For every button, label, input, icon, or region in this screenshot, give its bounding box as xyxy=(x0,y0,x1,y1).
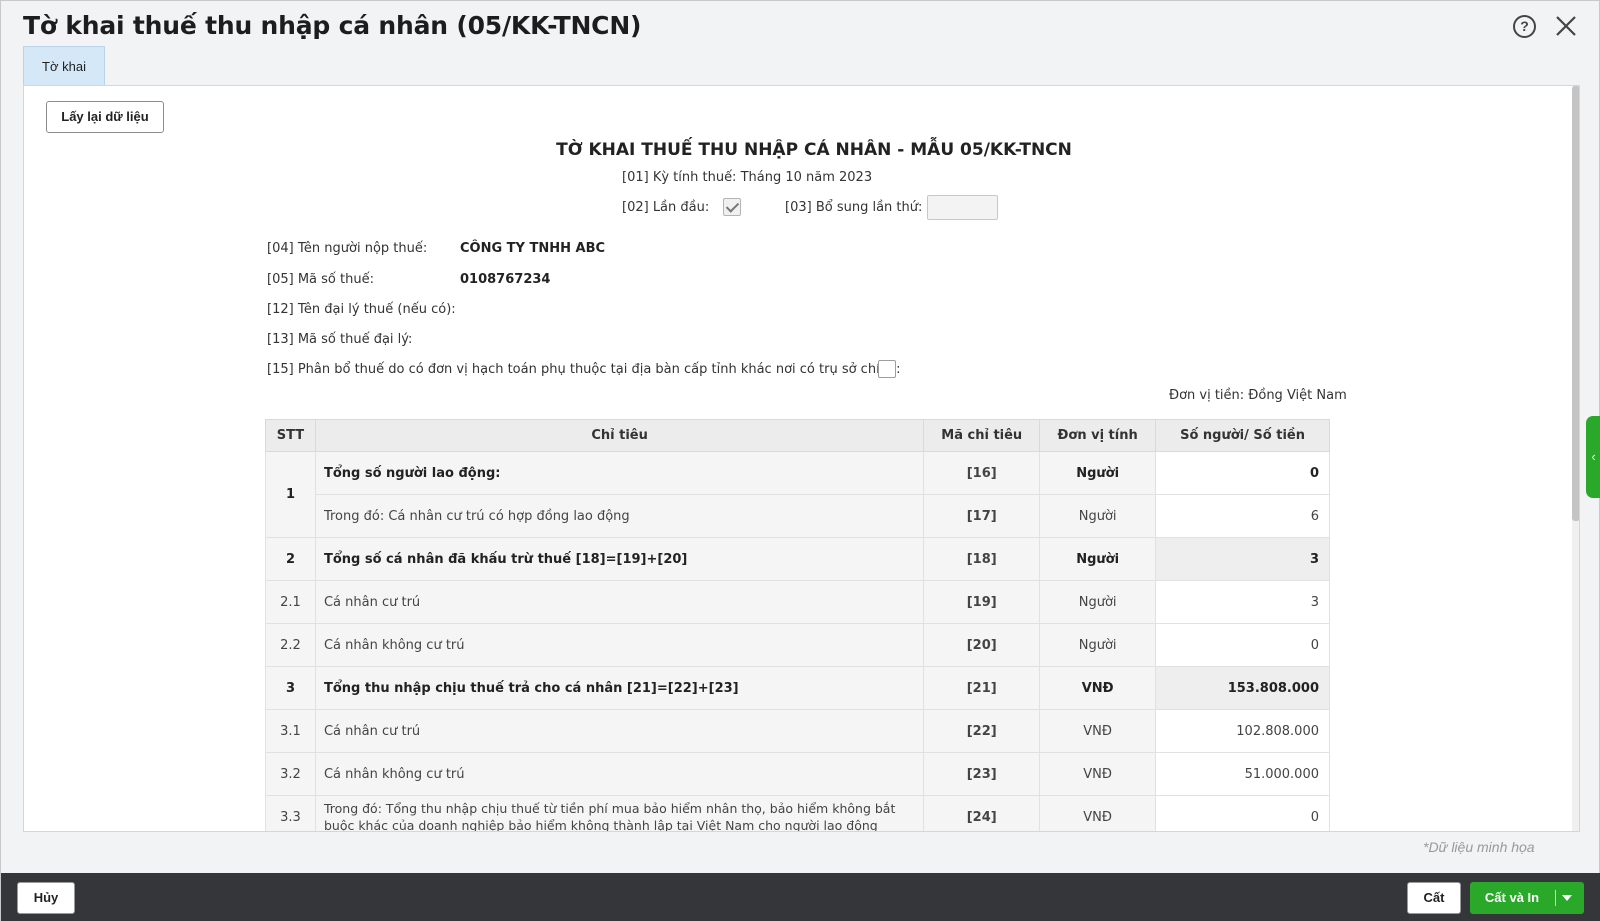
row-chi-tieu: Tổng số người lao động: xyxy=(314,451,925,495)
footer-bar: Hủy Cất Cất và In xyxy=(1,873,1600,921)
row-value-input[interactable]: 6 xyxy=(1155,494,1330,538)
row-value-input[interactable]: 102.808.000 xyxy=(1155,709,1330,753)
allocation-label: [15] Phân bổ thuế do có đơn vị hạch toán… xyxy=(267,362,901,377)
row-chi-tieu: Cá nhân cư trú xyxy=(314,709,925,753)
agent-name-label: [12] Tên đại lý thuế (nếu có): xyxy=(267,302,456,317)
currency-note: Đơn vị tiền: Đồng Việt Nam xyxy=(1169,388,1347,403)
row-ma: [17] xyxy=(923,494,1041,538)
tax-code-label: [05] Mã số thuế: xyxy=(267,272,374,287)
taxpayer-name-label: [04] Tên người nộp thuế: xyxy=(267,241,428,256)
save-button[interactable]: Cất xyxy=(1407,882,1461,914)
row-stt: 1 xyxy=(265,451,316,538)
row-value-computed: 153.808.000 xyxy=(1155,666,1330,710)
row-ma: [21] xyxy=(923,666,1041,710)
row-value-input[interactable]: 51.000.000 xyxy=(1155,752,1330,796)
close-icon[interactable] xyxy=(1553,13,1579,39)
tax-period-label: [01] Kỳ tính thuế: Tháng 10 năm 2023 xyxy=(622,170,873,185)
row-stt: 3.2 xyxy=(265,752,316,796)
row-dvt: VNĐ xyxy=(1039,666,1157,710)
row-stt: 2.1 xyxy=(265,580,316,624)
row-ma: [19] xyxy=(923,580,1041,624)
save-and-print-button[interactable]: Cất và In xyxy=(1470,882,1584,914)
row-ma: [22] xyxy=(923,709,1041,753)
row-ma: [16] xyxy=(923,451,1041,495)
supplement-input[interactable] xyxy=(927,195,998,220)
save-and-print-label: Cất và In xyxy=(1484,890,1540,905)
allocation-checkbox[interactable] xyxy=(878,360,896,378)
row-stt: 3.1 xyxy=(265,709,316,753)
table-header-row: STT Chỉ tiêu Mã chỉ tiêu Đơn vị tính Số … xyxy=(265,419,1330,452)
row-dvt: VNĐ xyxy=(1039,752,1157,796)
button-divider xyxy=(1555,890,1556,906)
row-ma: [24] xyxy=(923,795,1041,831)
row-chi-tieu: Trong đó: Cá nhân cư trú có hợp đồng lao… xyxy=(314,494,925,538)
supplement-label: [03] Bổ sung lần thứ: xyxy=(785,200,923,215)
first-time-checkbox[interactable] xyxy=(723,198,741,216)
col-header-stt: STT xyxy=(265,419,316,452)
form-heading: TỜ KHAI THUẾ THU NHẬP CÁ NHÂN - MẪU 05/K… xyxy=(556,140,1072,160)
row-value-input[interactable]: 3 xyxy=(1155,580,1330,624)
row-dvt: VNĐ xyxy=(1039,709,1157,753)
tax-code-value: 0108767234 xyxy=(460,272,551,287)
vertical-scrollbar[interactable] xyxy=(1572,86,1579,831)
row-dvt: Người xyxy=(1039,451,1157,495)
form-content: Lấy lại dữ liệu TỜ KHAI THUẾ THU NHẬP CÁ… xyxy=(23,85,1580,832)
table-row: 3 Tổng thu nhập chịu thuế trả cho cá nhâ… xyxy=(265,666,1330,710)
row-dvt: Người xyxy=(1039,494,1157,538)
first-time-label: [02] Lần đầu: xyxy=(622,200,710,215)
table-row: 2.2 Cá nhân không cư trú [20] Người 0 xyxy=(265,623,1330,667)
table-row: 3.3 Trong đó: Tổng thu nhập chịu thuế từ… xyxy=(265,795,1330,831)
row-ma: [23] xyxy=(923,752,1041,796)
dialog-window: Tờ khai thuế thu nhập cá nhân (05/KK-TNC… xyxy=(0,0,1600,921)
row-chi-tieu: Tổng số cá nhân đã khấu trừ thuế [18]=[1… xyxy=(314,537,925,581)
row-chi-tieu: Cá nhân không cư trú xyxy=(314,623,925,667)
table-row: 3.1 Cá nhân cư trú [22] VNĐ 102.808.000 xyxy=(265,709,1330,753)
row-stt: 2 xyxy=(265,537,316,581)
caret-down-icon[interactable] xyxy=(1562,895,1572,901)
row-stt: 3 xyxy=(265,666,316,710)
scrollbar-thumb[interactable] xyxy=(1572,86,1579,521)
row-chi-tieu: Cá nhân không cư trú xyxy=(314,752,925,796)
tax-table: STT Chỉ tiêu Mã chỉ tiêu Đơn vị tính Số … xyxy=(265,419,1330,831)
row-ma: [18] xyxy=(923,537,1041,581)
row-dvt: VNĐ xyxy=(1039,795,1157,831)
row-ma: [20] xyxy=(923,623,1041,667)
row-stt: 2.2 xyxy=(265,623,316,667)
tab-to-khai[interactable]: Tờ khai xyxy=(23,46,105,86)
table-row: Trong đó: Cá nhân cư trú có hợp đồng lao… xyxy=(266,494,1330,538)
question-circle-icon[interactable]: ? xyxy=(1513,15,1536,38)
chevron-left-icon: ‹ xyxy=(1591,449,1596,464)
col-header-don-vi: Đơn vị tính xyxy=(1039,419,1157,452)
row-chi-tieu: Trong đó: Tổng thu nhập chịu thuế từ tiề… xyxy=(314,795,925,831)
table-row: 2 Tổng số cá nhân đã khấu trừ thuế [18]=… xyxy=(265,537,1330,581)
row-chi-tieu: Tổng thu nhập chịu thuế trả cho cá nhân … xyxy=(314,666,925,710)
col-header-ma-chi-tieu: Mã chỉ tiêu xyxy=(923,419,1041,452)
side-panel-toggle[interactable]: ‹ xyxy=(1586,416,1600,498)
table-row: 1 Tổng số người lao động: [16] Người 0 xyxy=(265,451,1330,538)
taxpayer-name-value: CÔNG TY TNHH ABC xyxy=(460,241,606,256)
row-dvt: Người xyxy=(1039,580,1157,624)
demo-data-note: *Dữ liệu minh họa xyxy=(1423,839,1535,855)
row-value-input[interactable]: 0 xyxy=(1155,451,1330,495)
row-chi-tieu: Cá nhân cư trú xyxy=(314,580,925,624)
row-value-input[interactable]: 0 xyxy=(1155,795,1330,831)
title-bar: Tờ khai thuế thu nhập cá nhân (05/KK-TNC… xyxy=(1,1,1599,46)
row-dvt: Người xyxy=(1039,623,1157,667)
row-stt: 3.3 xyxy=(265,795,316,831)
col-header-chi-tieu: Chỉ tiêu xyxy=(314,419,925,452)
table-row: 2.1 Cá nhân cư trú [19] Người 3 xyxy=(265,580,1330,624)
dialog-title: Tờ khai thuế thu nhập cá nhân (05/KK-TNC… xyxy=(23,11,642,40)
row-dvt: Người xyxy=(1039,537,1157,581)
row-value-computed: 3 xyxy=(1155,537,1330,581)
table-row: 3.2 Cá nhân không cư trú [23] VNĐ 51.000… xyxy=(265,752,1330,796)
reload-data-button[interactable]: Lấy lại dữ liệu xyxy=(46,101,164,133)
row-value-input[interactable]: 0 xyxy=(1155,623,1330,667)
col-header-so-tien: Số người/ Số tiền xyxy=(1155,419,1330,452)
agent-code-label: [13] Mã số thuế đại lý: xyxy=(267,332,413,347)
cancel-button[interactable]: Hủy xyxy=(17,882,75,914)
